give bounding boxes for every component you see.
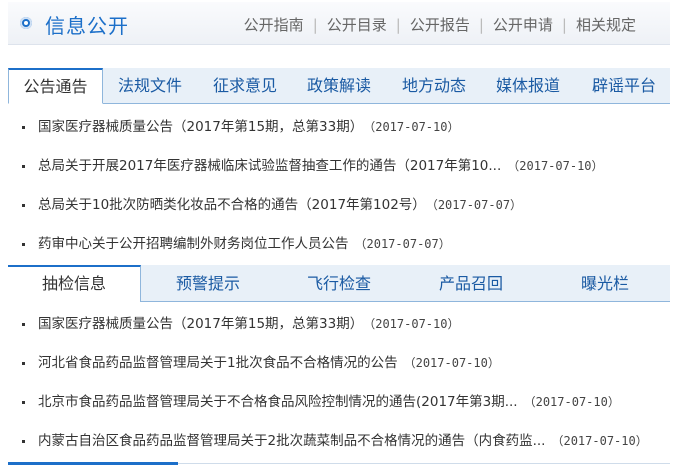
nav-separator: | [312,16,318,34]
tab-policy-interpretation[interactable]: 政策解读 [307,68,371,103]
tab-rumor-refuting[interactable]: 辟谣平台 [592,68,656,103]
tab-exposure[interactable]: 曝光栏 [545,265,665,301]
announcement-list: 国家医疗器械质量公告（2017年第15期，总第33期） （2017-07-10） … [8,108,670,264]
tab-regulations[interactable]: 法规文件 [118,68,182,103]
list-item[interactable]: 总局关于10批次防晒类化妆品不合格的通告（2017年第102号） （2017-07… [8,186,670,225]
tab-local-news[interactable]: 地方动态 [402,68,466,103]
section-divider [178,463,670,464]
nav-separator: | [561,16,567,34]
item-date: （2017-07-10） [507,159,604,173]
item-date: （2017-07-10） [369,317,460,331]
page-title: 信息公开 [45,14,129,38]
item-date: （2017-07-07） [354,237,451,251]
item-title: 药审中心关于公开招聘编制外财务岗位工作人员公告 [38,236,349,252]
notice-tab-bar: 公告通告 法规文件 征求意见 政策解读 地方动态 媒体报道 辟谣平台 [8,68,670,104]
nav-link-catalog[interactable]: 公开目录 [327,16,387,34]
nav-separator: | [478,16,484,34]
list-item[interactable]: 北京市食品药品监督管理局关于不合格食品风险控制情况的通告(2017年第3期...… [8,383,670,422]
item-title: 国家医疗器械质量公告（2017年第15期，总第33期） [38,119,364,135]
item-date: （2017-07-07） [431,198,523,212]
list-item[interactable]: 内蒙古自治区食品药品监督管理局关于2批次蔬菜制品不合格情况的通告（内食药监...… [8,422,670,461]
list-item[interactable]: 河北省食品药品监督管理局关于1批次食品不合格情况的公告 （2017-07-10） [8,344,670,383]
header-nav: 公开指南 | 公开目录 | 公开报告 | 公开申请 | 相关规定 [244,14,636,35]
list-item[interactable]: 药审中心关于公开招聘编制外财务岗位工作人员公告 （2017-07-07） [8,225,670,264]
tab-media-reports[interactable]: 媒体报道 [496,68,560,103]
tab-inspection-info[interactable]: 抽检信息 [8,265,141,302]
inspection-list: 国家医疗器械质量公告（2017年第15期，总第33期） （2017-07-10） … [8,305,670,461]
item-title: 总局关于开展2017年医疗器械临床试验监督抽查工作的通告（2017年第10... [38,158,502,174]
nav-link-regulations[interactable]: 相关规定 [576,16,636,34]
item-title: 北京市食品药品监督管理局关于不合格食品风险控制情况的通告(2017年第3期... [38,394,518,410]
item-title: 河北省食品药品监督管理局关于1批次食品不合格情况的公告 [38,355,398,371]
tab-product-recall[interactable]: 产品召回 [411,265,531,301]
nav-link-report[interactable]: 公开报告 [410,16,470,34]
list-item[interactable]: 国家医疗器械质量公告（2017年第15期，总第33期） （2017-07-10） [8,108,670,147]
item-title: 国家医疗器械质量公告（2017年第15期，总第33期） [38,316,364,332]
bullet-circle-icon [20,17,32,29]
item-date: （2017-07-10） [523,395,620,409]
item-date: （2017-07-10） [369,120,460,134]
tab-announcements[interactable]: 公告通告 [8,68,103,104]
section-underline [8,462,178,465]
nav-separator: | [395,16,401,34]
nav-link-guide[interactable]: 公开指南 [244,16,304,34]
tab-warnings[interactable]: 预警提示 [148,265,268,301]
item-title: 总局关于10批次防晒类化妆品不合格的通告（2017年第102号） [38,197,426,213]
tab-consultation[interactable]: 征求意见 [213,68,277,103]
info-disclosure-header: 信息公开 公开指南 | 公开目录 | 公开报告 | 公开申请 | 相关规定 [8,2,670,45]
item-title: 内蒙古自治区食品药品监督管理局关于2批次蔬菜制品不合格情况的通告（内食药监... [38,433,546,449]
item-date: （2017-07-10） [551,434,648,448]
inspection-tab-bar: 抽检信息 预警提示 飞行检查 产品召回 曝光栏 [8,265,670,302]
item-date: （2017-07-10） [403,356,500,370]
list-item[interactable]: 总局关于开展2017年医疗器械临床试验监督抽查工作的通告（2017年第10...… [8,147,670,186]
tab-flight-inspection[interactable]: 飞行检查 [279,265,399,301]
list-item[interactable]: 国家医疗器械质量公告（2017年第15期，总第33期） （2017-07-10） [8,305,670,344]
nav-link-apply[interactable]: 公开申请 [493,16,553,34]
